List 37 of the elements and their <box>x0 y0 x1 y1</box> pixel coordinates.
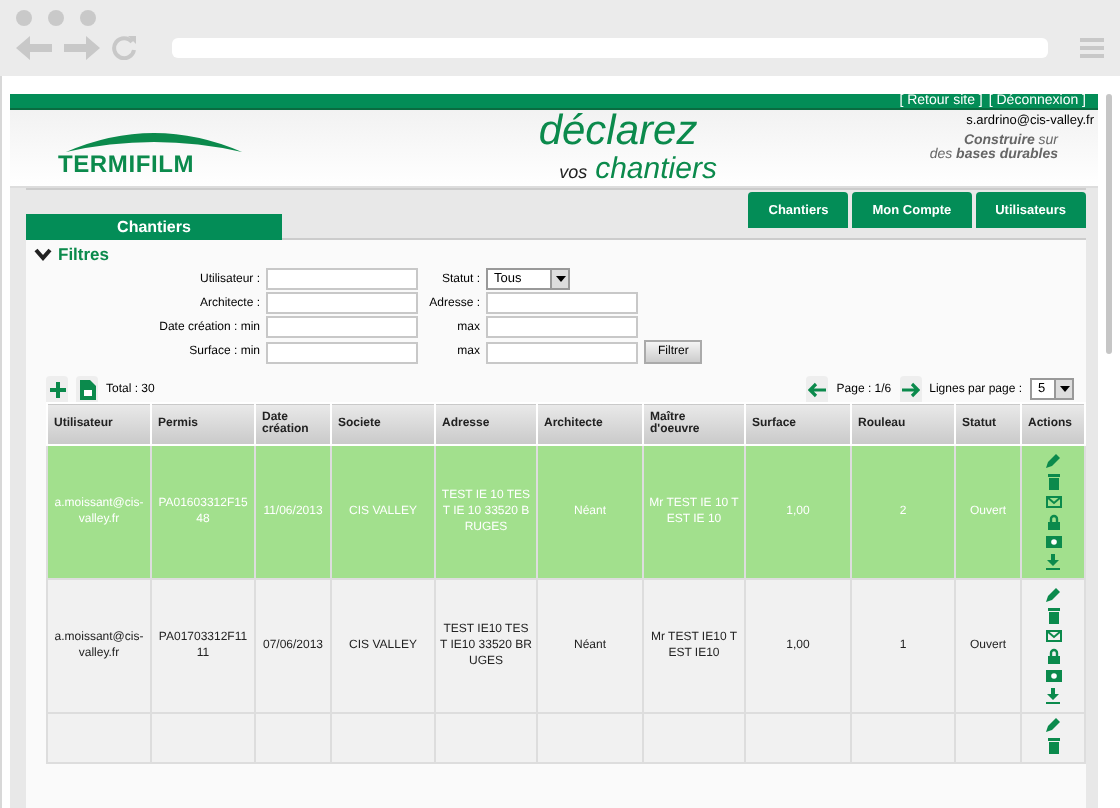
logo-text: TERMIFILM <box>58 150 195 178</box>
trash-icon[interactable] <box>1047 608 1059 624</box>
input-field[interactable] <box>266 341 418 363</box>
headline: déclarez <box>538 110 698 154</box>
trash-icon[interactable] <box>1047 474 1059 490</box>
banknote-icon[interactable] <box>1045 536 1061 548</box>
input-field[interactable] <box>266 268 418 290</box>
banknote-icon[interactable] <box>1045 670 1061 682</box>
dropdown-caret-icon <box>1059 386 1070 392</box>
input-field[interactable] <box>266 292 418 314</box>
window-dot[interactable] <box>16 10 32 26</box>
headline: chantiers <box>595 154 717 186</box>
headline: vos <box>559 162 588 182</box>
download-icon[interactable] <box>1046 554 1060 570</box>
envelope-icon[interactable] <box>1045 496 1061 508</box>
filters-toggle[interactable]: Filtres <box>26 240 118 268</box>
window-dot[interactable] <box>80 10 96 26</box>
lock-icon[interactable] <box>1047 514 1059 530</box>
add-button[interactable] <box>46 376 68 402</box>
pencil-icon[interactable] <box>1046 454 1060 468</box>
document-button[interactable] <box>76 376 98 402</box>
previous-page-button[interactable] <box>806 376 829 402</box>
input-field[interactable] <box>486 316 638 338</box>
dropdown-caret-icon <box>555 276 565 282</box>
input-field[interactable] <box>486 292 638 314</box>
download-icon[interactable] <box>1046 688 1060 704</box>
pencil-icon[interactable] <box>1046 588 1060 602</box>
section-title: Chantiers <box>26 214 282 240</box>
lock-icon[interactable] <box>1047 648 1059 664</box>
chevron-icon <box>34 247 52 261</box>
envelope-icon[interactable] <box>1045 630 1061 642</box>
input-field[interactable] <box>486 341 638 363</box>
window-dot[interactable] <box>48 10 64 26</box>
next-page-button[interactable] <box>899 376 922 402</box>
trash-icon[interactable] <box>1047 738 1059 754</box>
input-field[interactable] <box>266 316 418 338</box>
pencil-icon[interactable] <box>1046 718 1060 732</box>
